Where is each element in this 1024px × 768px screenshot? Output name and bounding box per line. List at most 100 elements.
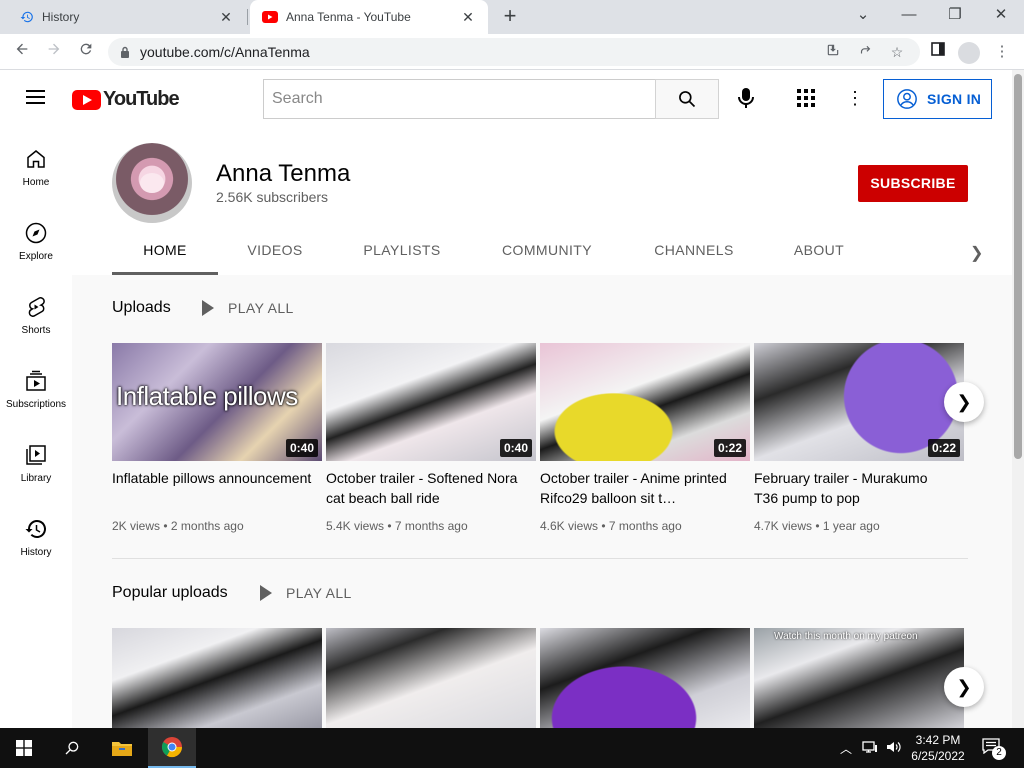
play-all-button[interactable]: PLAY ALL xyxy=(260,585,352,601)
reload-icon xyxy=(80,43,92,55)
youtube-logo[interactable]: YouTube xyxy=(72,88,180,111)
subscribe-button[interactable]: SUBSCRIBE xyxy=(858,165,968,202)
lock-icon xyxy=(121,46,129,58)
guide-item-home[interactable]: Home xyxy=(0,127,72,201)
view-count: 4.6K views xyxy=(540,519,599,533)
scrollbar-thumb[interactable] xyxy=(1014,74,1022,459)
forward-button[interactable] xyxy=(42,40,66,64)
video-title[interactable]: Inflatable pillows announcement xyxy=(112,468,312,488)
tab-home[interactable]: HOME xyxy=(112,227,218,275)
video-thumbnail[interactable] xyxy=(112,628,322,728)
video-thumbnail[interactable]: 0:22 xyxy=(540,343,750,461)
menu-icon[interactable] xyxy=(26,90,45,105)
reload-button[interactable] xyxy=(74,40,98,64)
shelf-next-button[interactable]: ❯ xyxy=(944,667,984,707)
notification-count: 2 xyxy=(992,746,1006,760)
youtube-masthead: YouTube Search ⋮ SIGN IN xyxy=(0,70,1012,127)
tab-title: Anna Tenma - YouTube xyxy=(286,10,411,24)
back-button[interactable] xyxy=(10,40,34,64)
file-explorer-button[interactable] xyxy=(98,728,146,768)
minimize-button[interactable]: — xyxy=(886,4,932,26)
apps-grid-icon[interactable] xyxy=(797,89,817,109)
tab-videos[interactable]: VIDEOS xyxy=(230,227,320,275)
url-text: youtube.com/c/AnnaTenma xyxy=(140,44,310,60)
tab-about[interactable]: ABOUT xyxy=(784,227,854,275)
chevron-right-icon[interactable]: ❯ xyxy=(970,243,983,263)
video-title[interactable]: October trailer - Anime printed Rifco29 … xyxy=(540,468,740,508)
restore-button[interactable]: ❐ xyxy=(932,4,978,26)
side-panel-icon[interactable] xyxy=(926,40,950,64)
search-icon xyxy=(679,91,696,108)
clock-date: 6/25/2022 xyxy=(911,749,965,763)
video-title[interactable]: February trailer - Murakumo T36 pump to … xyxy=(754,468,954,508)
show-hidden-icons[interactable]: ︿ xyxy=(840,740,852,757)
page-scrollbar[interactable] xyxy=(1012,70,1024,728)
notification-center-button[interactable]: 2 xyxy=(982,738,1006,760)
close-tab-icon[interactable]: ✕ xyxy=(460,9,476,26)
tab-playlists[interactable]: PLAYLISTS xyxy=(352,227,452,275)
youtube-icon xyxy=(262,11,278,23)
tab-separator xyxy=(247,9,248,25)
video-thumbnail[interactable]: 0:22 xyxy=(754,343,964,461)
share-icon[interactable] xyxy=(854,41,876,63)
tab-channels[interactable]: CHANNELS xyxy=(644,227,744,275)
network-icon[interactable] xyxy=(862,740,878,757)
subscriptions-icon xyxy=(26,370,46,391)
browser-tab-history[interactable]: History ✕ xyxy=(8,0,246,34)
tab-community[interactable]: COMMUNITY xyxy=(492,227,602,275)
video-thumbnail[interactable] xyxy=(326,628,536,728)
folder-icon xyxy=(112,742,132,756)
shorts-icon xyxy=(28,297,45,317)
windows-taskbar: ︿ 3:42 PM 6/25/2022 2 xyxy=(0,728,1024,768)
shelf-next-button[interactable]: ❯ xyxy=(944,382,984,422)
video-thumbnail[interactable]: 0:40 xyxy=(326,343,536,461)
guide-item-shorts[interactable]: Shorts xyxy=(0,275,72,349)
thumbnail-text: Watch this month on my patreon xyxy=(774,631,918,642)
tab-search-icon[interactable]: ⌄ xyxy=(840,4,886,26)
search-button[interactable] xyxy=(48,728,96,768)
chrome-icon xyxy=(161,737,183,758)
arrow-right-icon xyxy=(48,43,60,55)
video-thumbnail[interactable]: Watch this month on my patreon xyxy=(754,628,964,728)
close-window-button[interactable]: ✕ xyxy=(978,4,1024,26)
guide-item-explore[interactable]: Explore xyxy=(0,201,72,275)
video-age: 7 months ago xyxy=(608,519,682,533)
guide-item-library[interactable]: Library xyxy=(0,423,72,497)
settings-dots-icon[interactable]: ⋮ xyxy=(845,86,865,110)
shelf-title-popular: Popular uploads xyxy=(112,584,228,601)
video-duration: 0:40 xyxy=(285,439,318,457)
volume-icon[interactable] xyxy=(886,740,902,757)
windows-logo-icon xyxy=(16,740,32,756)
guide-item-subscriptions[interactable]: Subscriptions xyxy=(0,349,72,423)
browser-tab-youtube[interactable]: Anna Tenma - YouTube ✕ xyxy=(250,0,488,34)
shelf-title-uploads: Uploads xyxy=(112,299,171,316)
guide-item-history[interactable]: History xyxy=(0,497,72,571)
search-placeholder: Search xyxy=(272,90,323,107)
search-input[interactable]: Search xyxy=(263,79,656,119)
play-icon xyxy=(260,585,272,601)
search-button[interactable] xyxy=(655,79,719,119)
play-all-button[interactable]: PLAY ALL xyxy=(202,300,294,316)
channel-avatar[interactable] xyxy=(112,143,192,223)
video-title[interactable]: October trailer - Softened Nora cat beac… xyxy=(326,468,526,508)
close-tab-icon[interactable]: ✕ xyxy=(218,9,234,26)
chrome-taskbar-button[interactable] xyxy=(148,728,196,768)
sign-in-button[interactable]: SIGN IN xyxy=(883,79,992,119)
profile-avatar[interactable] xyxy=(958,42,980,64)
install-app-icon[interactable] xyxy=(822,41,844,63)
taskbar-clock[interactable]: 3:42 PM 6/25/2022 xyxy=(906,732,970,764)
bookmark-star-icon[interactable]: ☆ xyxy=(886,41,908,63)
subscriber-count: 2.56K subscribers xyxy=(216,189,329,205)
guide-label: Home xyxy=(22,177,50,188)
voice-search-button[interactable] xyxy=(735,87,757,111)
start-button[interactable] xyxy=(0,728,48,768)
logo-text: YouTube xyxy=(103,88,180,110)
video-thumbnail[interactable]: Inflatable pillows 0:40 xyxy=(112,343,322,461)
arrow-left-icon xyxy=(16,43,28,55)
browser-menu-icon[interactable]: ⋮ xyxy=(990,40,1014,64)
clock-time: 3:42 PM xyxy=(915,733,961,747)
new-tab-button[interactable]: + xyxy=(498,5,522,27)
video-metadata: 2K views • 2 months ago xyxy=(112,519,244,533)
video-thumbnail[interactable] xyxy=(540,628,750,728)
address-bar[interactable]: youtube.com/c/AnnaTenma ☆ xyxy=(108,38,920,66)
